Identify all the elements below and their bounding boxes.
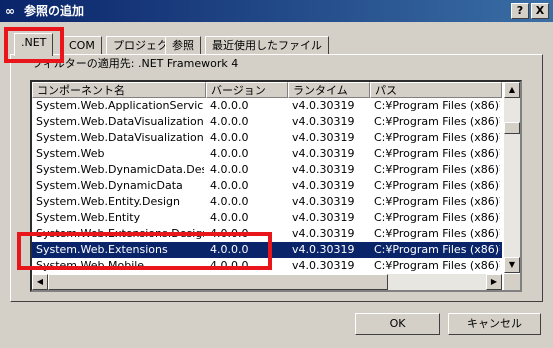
cell-name: System.Web.DynamicData xyxy=(36,179,183,192)
component-list[interactable]: コンポーネント名 バージョン ランタイム パス System.Web.Appli… xyxy=(30,80,522,292)
cell-name: System.Web.Extensions xyxy=(36,243,168,256)
tab-recent[interactable]: 最近使用したファイル xyxy=(205,36,329,55)
cell-path: C:¥Program Files (x86)¥R xyxy=(374,243,500,256)
cell-name: System.Web xyxy=(36,147,105,160)
cell-version: 4.0.0.0 xyxy=(210,227,249,240)
column-header-runtime[interactable]: ランタイム xyxy=(288,82,370,98)
table-row[interactable]: System.Web.Entity 4.0.0.0 v4.0.30319 C:¥Pro… xyxy=(32,210,502,226)
cell-runtime: v4.0.30319 xyxy=(292,179,355,192)
list-header: コンポーネント名 バージョン ランタイム パス xyxy=(32,82,502,98)
cell-runtime: v4.0.30319 xyxy=(292,115,355,128)
cell-path: C:¥Program Files (x86)¥R xyxy=(374,227,500,240)
cell-runtime: v4.0.30319 xyxy=(292,227,355,240)
cell-path: C:¥Program Files (x86)¥R xyxy=(374,147,500,160)
window-title: 参照の追加 xyxy=(24,4,85,18)
table-row[interactable]: System.Web.ApplicationServices 4.0.0.0 v4.… xyxy=(32,98,502,114)
horizontal-scrollbar[interactable]: ◀ ▶ xyxy=(32,274,502,290)
cell-path: C:¥Program Files (x86)¥R xyxy=(374,115,500,128)
arrow-left-icon[interactable]: ◀ xyxy=(32,274,48,290)
table-row[interactable]: System.Web.DataVisualization 4.0.0.0 v4.0.… xyxy=(32,130,502,146)
column-header-version[interactable]: バージョン xyxy=(206,82,288,98)
table-row[interactable]: System.Web.DynamicData 4.0.0.0 v4.0.30319 C… xyxy=(32,178,502,194)
infinity-icon: ∞ xyxy=(5,4,15,18)
list-rows: System.Web.ApplicationServices 4.0.0.0 v4.… xyxy=(32,98,502,273)
vertical-scroll-thumb[interactable] xyxy=(504,122,520,134)
filter-label: フィルターの適用先: .NET Framework 4 xyxy=(32,57,239,70)
scroll-corner xyxy=(504,274,520,290)
help-button[interactable]: ? xyxy=(511,3,529,19)
cell-version: 4.0.0.0 xyxy=(210,179,249,192)
vertical-scrollbar[interactable]: ▲ ▼ xyxy=(504,82,520,273)
column-header-name[interactable]: コンポーネント名 xyxy=(32,82,206,98)
close-button[interactable]: X xyxy=(531,3,549,19)
arrow-up-icon[interactable]: ▲ xyxy=(504,82,520,98)
column-header-path[interactable]: パス xyxy=(370,82,502,98)
cell-name: System.Web.Entity xyxy=(36,211,141,224)
cell-runtime: v4.0.30319 xyxy=(292,147,355,160)
table-row[interactable]: System.Web.Entity.Design 4.0.0.0 v4.0.3031… xyxy=(32,194,502,210)
tab-browse[interactable]: 参照 xyxy=(165,36,201,55)
cell-version: 4.0.0.0 xyxy=(210,195,249,208)
cell-version: 4.0.0.0 xyxy=(210,131,249,144)
tab-dotnet[interactable]: .NET xyxy=(14,33,54,56)
cancel-button[interactable]: キャンセル xyxy=(448,313,541,335)
title-bar[interactable]: ∞ 参照の追加 ? X xyxy=(0,0,553,22)
cell-version: 4.0.0.0 xyxy=(210,163,249,176)
cell-runtime: v4.0.30319 xyxy=(292,243,355,256)
cell-runtime: v4.0.30319 xyxy=(292,163,355,176)
cell-runtime: v4.0.30319 xyxy=(292,259,355,272)
table-row[interactable]: System.Web.Mobile 4.0.0.0 v4.0.30319 C:¥Pro… xyxy=(32,258,502,273)
cell-version: 4.0.0.0 xyxy=(210,259,249,272)
cell-path: C:¥Program Files (x86)¥R xyxy=(374,259,500,272)
ok-button[interactable]: OK xyxy=(355,313,440,335)
cell-version: 4.0.0.0 xyxy=(210,211,249,224)
cell-version: 4.0.0.0 xyxy=(210,243,249,256)
cell-version: 4.0.0.0 xyxy=(210,147,249,160)
cell-name: System.Web.DataVisualization xyxy=(36,131,204,144)
cell-path: C:¥Program Files (x86)¥R xyxy=(374,131,500,144)
cell-runtime: v4.0.30319 xyxy=(292,195,355,208)
cell-path: C:¥Program Files (x86)¥R xyxy=(374,179,500,192)
cell-version: 4.0.0.0 xyxy=(210,115,249,128)
cell-name: System.Web.Extensions.Design xyxy=(36,227,204,240)
horizontal-scroll-thumb[interactable] xyxy=(48,274,388,290)
cell-name: System.Web.ApplicationServices xyxy=(36,99,204,112)
table-row[interactable]: System.Web.DataVisualization... 4.0.0.0 v4… xyxy=(32,114,502,130)
cell-name: System.Web.Mobile xyxy=(36,259,145,272)
cell-runtime: v4.0.30319 xyxy=(292,99,355,112)
cell-name: System.Web.DataVisualization... xyxy=(36,115,204,128)
cell-path: C:¥Program Files (x86)¥R xyxy=(374,195,500,208)
cell-path: C:¥Program Files (x86)¥R xyxy=(374,211,500,224)
cell-name: System.Web.Entity.Design xyxy=(36,195,181,208)
cell-path: C:¥Program Files (x86)¥R xyxy=(374,99,500,112)
table-row-selected[interactable]: System.Web.Extensions 4.0.0.0 v4.0.30319 C:… xyxy=(32,242,502,258)
arrow-down-icon[interactable]: ▼ xyxy=(504,257,520,273)
cell-path: C:¥Program Files (x86)¥R xyxy=(374,163,500,176)
table-row[interactable]: System.Web 4.0.0.0 v4.0.30319 C:¥Program Fi… xyxy=(32,146,502,162)
tab-com[interactable]: COM xyxy=(62,36,102,55)
arrow-right-icon[interactable]: ▶ xyxy=(486,274,502,290)
cell-version: 4.0.0.0 xyxy=(210,99,249,112)
cell-name: System.Web.DynamicData.Desi... xyxy=(36,163,204,176)
table-row[interactable]: System.Web.DynamicData.Desi... 4.0.0.0 v4.… xyxy=(32,162,502,178)
add-reference-dialog: ∞ 参照の追加 ? X .NET COM プロジェクト 参照 最近使用したファイ… xyxy=(0,0,553,348)
cell-runtime: v4.0.30319 xyxy=(292,131,355,144)
cell-runtime: v4.0.30319 xyxy=(292,211,355,224)
table-row[interactable]: System.Web.Extensions.Design 4.0.0.0 v4.0.… xyxy=(32,226,502,242)
